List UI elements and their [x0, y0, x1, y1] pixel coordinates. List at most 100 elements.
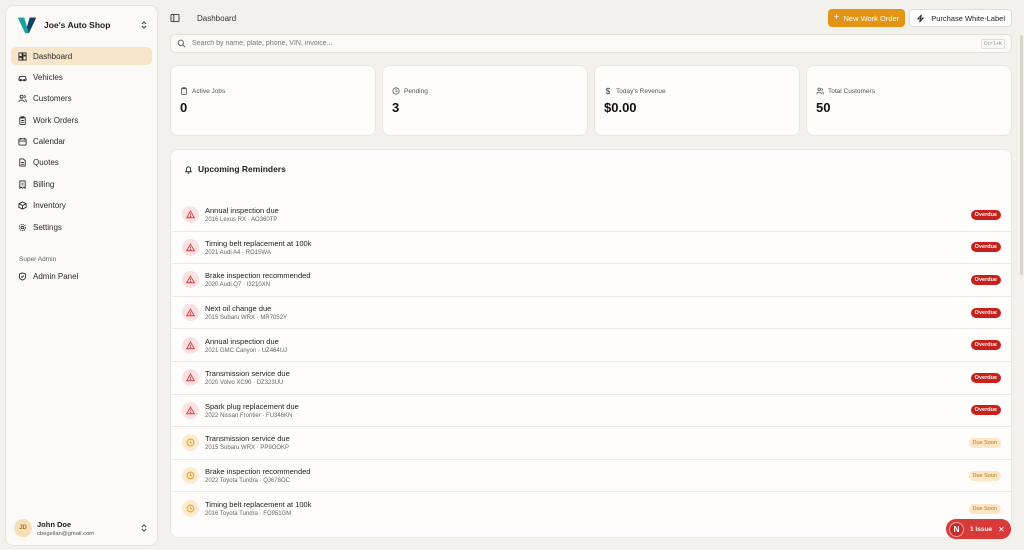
nav-item-customers[interactable]: Customers [11, 90, 152, 108]
new-work-order-button[interactable]: + New Work Order [827, 9, 906, 27]
stat-value: 3 [392, 100, 400, 115]
status-badge: Overdue [970, 372, 1001, 383]
issue-indicator[interactable]: N 1 Issue ✕ [946, 519, 1011, 539]
warning-badge [182, 206, 199, 224]
warning-badge [182, 304, 199, 322]
reminder-text: Annual inspection due 2021 GMC Canyon · U… [205, 337, 971, 354]
global-search: Ctrl+K [170, 34, 1012, 53]
calendar-icon [18, 137, 27, 146]
reminder-title: Brake inspection recommended [205, 271, 311, 281]
reminder-vehicle: 2015 Subaru WRX · MR7052Y [205, 315, 288, 322]
close-icon[interactable]: ✕ [998, 525, 1005, 534]
nav-item-dashboard[interactable]: Dashboard [11, 47, 152, 65]
search-input[interactable] [192, 40, 981, 47]
reminder-vehicle: 2016 Toyota Tundra · FO951GM [205, 511, 292, 518]
reminder-row[interactable]: Spark plug replacement due 2022 Nissan Fr… [171, 395, 1011, 428]
stat-value: 0 [180, 100, 188, 115]
search-icon [177, 39, 186, 48]
nav-item-quotes[interactable]: Quotes [11, 154, 152, 172]
dollar-icon [605, 87, 611, 95]
status-badge: Overdue [970, 242, 1001, 253]
warning-badge [182, 271, 199, 289]
stat-value: $0.00 [604, 100, 637, 115]
box-icon [18, 201, 27, 210]
lightning-icon [917, 14, 925, 22]
clock-badge [182, 467, 199, 485]
clock-icon [186, 439, 195, 447]
stat-label: Today's Revenue [616, 87, 666, 95]
stat-card-total-customers: Total Customers 50 [806, 65, 1012, 136]
plus-icon: + [833, 12, 840, 23]
reminder-text: Timing belt replacement at 100k 2021 Audi… [205, 239, 971, 256]
reminder-vehicle: 2022 Toyota Tundra · QJ678OC [205, 478, 290, 485]
status-badge: Overdue [970, 274, 1001, 285]
reminder-text: Spark plug replacement due 2022 Nissan Fr… [205, 402, 971, 419]
user-menu[interactable]: JD John Doe cbegellan@gmail.com [6, 511, 157, 545]
stat-card-active-jobs: Active Jobs 0 [170, 65, 376, 136]
page-scrollbar[interactable] [1020, 35, 1023, 275]
sidebar-toggle-icon[interactable] [170, 13, 180, 23]
shop-logo-icon [17, 17, 37, 34]
reminder-title: Timing belt replacement at 100k [205, 238, 312, 248]
reminder-vehicle: 2015 Subaru WRX · PP9OOKP [205, 445, 290, 452]
reminder-vehicle: 2021 GMC Canyon · UZ464UJ [205, 347, 288, 354]
warning-badge [182, 238, 199, 256]
reminder-row[interactable]: Brake inspection recommended 2022 Toyota … [171, 460, 1011, 493]
warning-icon [186, 406, 195, 415]
reminder-title: Spark plug replacement due [205, 401, 299, 411]
nav-item-vehicles[interactable]: Vehicles [11, 68, 152, 86]
stat-label: Active Jobs [192, 87, 226, 95]
file-icon [19, 158, 26, 168]
reminder-row[interactable]: Timing belt replacement at 100k 2021 Audi… [171, 232, 1011, 265]
reminder-text: Brake inspection recommended 2022 Toyota … [205, 467, 969, 484]
reminder-row[interactable]: Transmission service due 2015 Subaru WRX … [171, 427, 1011, 460]
warning-icon [186, 210, 195, 219]
nav-item-inventory[interactable]: Inventory [11, 197, 152, 215]
reminder-title: Next oil change due [205, 304, 272, 314]
purchase-white-label-button[interactable]: Purchase White-Label [909, 9, 1012, 27]
panel-title-text: Upcoming Reminders [198, 164, 286, 174]
warning-icon [186, 373, 195, 382]
panel-title: Upcoming Reminders [184, 164, 286, 174]
reminder-text: Transmission service due 2020 Volvo XC90 … [205, 369, 971, 386]
clock-icon [186, 471, 195, 480]
reminder-row[interactable]: Annual inspection due 2021 GMC Canyon · U… [171, 329, 1011, 362]
nav-item-admin-panel[interactable]: Admin Panel [11, 267, 152, 285]
reminder-row[interactable]: Transmission service due 2020 Volvo XC90 … [171, 362, 1011, 395]
avatar: JD [14, 519, 32, 537]
shop-name: Joe's Auto Shop [44, 20, 111, 30]
reminder-row[interactable]: Timing belt replacement at 100k 2016 Toyo… [171, 492, 1011, 525]
status-badge: Overdue [970, 209, 1001, 220]
main-nav: Dashboard Vehicles Customers Work Orders… [6, 47, 157, 285]
status-badge: Due Soon [968, 470, 1001, 481]
reminder-title: Brake inspection recommended [205, 467, 311, 477]
reminder-row[interactable]: Next oil change due 2015 Subaru WRX · MR7… [171, 297, 1011, 330]
reminder-row[interactable]: Annual inspection due 2016 Lexus RX · AO3… [171, 199, 1011, 232]
nav-label: Dashboard [33, 51, 73, 61]
status-badge: Overdue [970, 405, 1001, 416]
chevrons-up-down-icon [141, 21, 147, 29]
nav-item-settings[interactable]: Settings [11, 218, 152, 236]
reminder-row[interactable]: Brake inspection recommended 2020 Audi Q7… [171, 264, 1011, 297]
reminder-vehicle: 2020 Audi Q7 · I3210XN [205, 282, 271, 289]
users-icon [816, 87, 824, 95]
sidebar: Joe's Auto Shop Dashboard Vehicles Custo… [5, 5, 158, 546]
status-badge: Overdue [970, 307, 1001, 318]
breadcrumb: Dashboard [197, 13, 237, 23]
nav-label: Quotes [33, 158, 59, 168]
reminder-text: Transmission service due 2015 Subaru WRX … [205, 434, 969, 451]
car-icon [18, 76, 27, 82]
nav-item-calendar[interactable]: Calendar [11, 133, 152, 151]
nav-item-work-orders[interactable]: Work Orders [11, 111, 152, 129]
shop-switcher[interactable]: Joe's Auto Shop [6, 8, 157, 42]
reminder-text: Brake inspection recommended 2020 Audi Q7… [205, 271, 971, 288]
shield-icon [18, 272, 27, 281]
nav-label: Customers [33, 94, 72, 104]
warning-badge [182, 369, 199, 387]
reminder-vehicle: 2020 Volvo XC90 · DZ323UU [205, 380, 284, 387]
nav-item-billing[interactable]: Billing [11, 175, 152, 193]
status-badge: Due Soon [968, 437, 1001, 448]
clipboard-icon [19, 115, 26, 125]
users-icon [18, 95, 27, 103]
clock-badge [182, 500, 199, 518]
